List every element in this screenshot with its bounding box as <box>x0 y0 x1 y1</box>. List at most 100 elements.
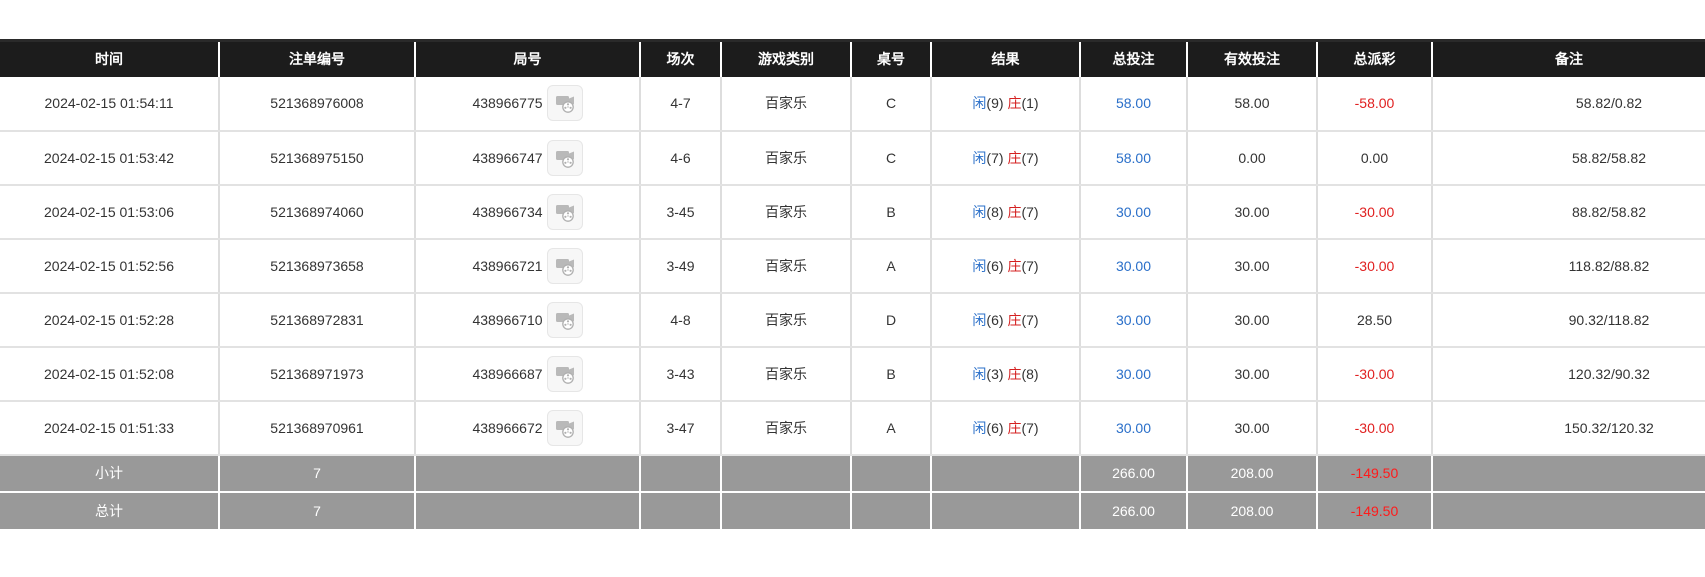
player-label: 闲 <box>972 203 987 220</box>
session: 4-8 <box>640 292 722 348</box>
player-score: (3) <box>986 365 1004 382</box>
note: 118.82/88.82 <box>1432 238 1705 294</box>
order-id: 521368970961 <box>219 400 416 456</box>
round-id-cell: 438966687 <box>415 346 641 402</box>
valid-bet: 30.00 <box>1187 400 1318 456</box>
bet-time: 2024-02-15 01:51:33 <box>0 400 220 456</box>
subtotal-empty-cell <box>851 454 932 492</box>
total-bet: 30.00 <box>1080 238 1188 294</box>
bet-records-table: 时间 注单编号 局号 场次 游戏类别 桌号 结果 总投注 有效投注 总派彩 备注… <box>0 39 1705 529</box>
subtotal-empty-cell <box>1432 455 1705 492</box>
session: 3-43 <box>640 346 722 402</box>
player-label: 闲 <box>972 149 987 166</box>
payout: -30.00 <box>1317 346 1433 402</box>
payout: 28.50 <box>1317 292 1433 348</box>
player-score: (6) <box>986 257 1004 274</box>
result-cell: 闲(8) 庄(7) <box>931 184 1081 240</box>
video-replay-icon[interactable] <box>546 355 583 392</box>
round-id-cell: 438966775 <box>415 76 641 132</box>
total-bet: 30.00 <box>1080 400 1188 456</box>
game-type: 百家乐 <box>721 184 852 240</box>
result-cell: 闲(3) 庄(8) <box>931 346 1081 402</box>
total-bet: 58.00 <box>1080 76 1188 132</box>
round-id-cell: 438966734 <box>415 184 641 240</box>
player-score: (8) <box>986 203 1004 220</box>
subtotal-total-bet: 266.00 <box>1080 454 1188 492</box>
total-bet: 58.00 <box>1080 130 1188 186</box>
total-bet: 30.00 <box>1080 346 1188 402</box>
valid-bet: 58.00 <box>1187 76 1318 132</box>
video-replay-icon[interactable] <box>546 409 583 446</box>
bet-time: 2024-02-15 01:52:56 <box>0 238 220 294</box>
player-score: (6) <box>986 311 1004 328</box>
valid-bet: 30.00 <box>1187 184 1318 240</box>
note: 150.32/120.32 <box>1432 400 1705 456</box>
subtotal-empty-cell <box>640 454 722 492</box>
total-bet: 30.00 <box>1080 292 1188 348</box>
table-number: B <box>851 346 932 402</box>
note: 58.82/58.82 <box>1432 130 1705 186</box>
subtotal-empty-cell <box>415 454 641 492</box>
table-body: 2024-02-15 01:54:11 521368976008 438966775… <box>0 76 1705 456</box>
banker-label: 庄 <box>1007 257 1022 274</box>
column-header-round-id: 局号 <box>415 39 641 77</box>
round-id-cell: 438966672 <box>415 400 641 456</box>
player-label: 闲 <box>972 311 987 328</box>
video-replay-icon[interactable] <box>546 85 583 121</box>
result-cell: 闲(6) 庄(7) <box>931 400 1081 456</box>
game-type: 百家乐 <box>721 400 852 456</box>
player-label: 闲 <box>972 257 987 274</box>
bet-time: 2024-02-15 01:52:08 <box>0 346 220 402</box>
payout: -30.00 <box>1317 400 1433 456</box>
round-id: 438966687 <box>472 365 543 382</box>
total-empty-cell <box>851 491 932 529</box>
table-row: 2024-02-15 01:52:28 521368972831 438966710… <box>0 292 1705 348</box>
payout: 0.00 <box>1317 130 1433 186</box>
session: 3-45 <box>640 184 722 240</box>
order-id: 521368973658 <box>219 238 416 294</box>
total-empty-cell <box>721 491 852 529</box>
banker-score: (7) <box>1021 419 1039 436</box>
video-replay-icon[interactable] <box>546 139 583 176</box>
banker-label: 庄 <box>1007 311 1022 328</box>
valid-bet: 30.00 <box>1187 238 1318 294</box>
round-id: 438966775 <box>472 95 543 111</box>
game-type: 百家乐 <box>721 292 852 348</box>
bet-time: 2024-02-15 01:53:42 <box>0 130 220 186</box>
bet-time: 2024-02-15 01:52:28 <box>0 292 220 348</box>
total-bet: 30.00 <box>1080 184 1188 240</box>
column-header-payout: 总派彩 <box>1317 39 1433 77</box>
table-header: 时间 注单编号 局号 场次 游戏类别 桌号 结果 总投注 有效投注 总派彩 备注 <box>0 39 1705 77</box>
column-header-result: 结果 <box>931 39 1081 77</box>
order-id: 521368976008 <box>219 76 416 132</box>
column-header-time: 时间 <box>0 39 220 77</box>
note: 120.32/90.32 <box>1432 346 1705 402</box>
video-replay-icon[interactable] <box>546 247 583 284</box>
total-total-bet: 266.00 <box>1080 491 1188 529</box>
note: 90.32/118.82 <box>1432 292 1705 348</box>
player-label: 闲 <box>972 365 987 382</box>
video-replay-icon[interactable] <box>546 301 583 338</box>
subtotal-empty-cell <box>931 454 1081 492</box>
valid-bet: 30.00 <box>1187 346 1318 402</box>
player-label: 闲 <box>972 95 987 111</box>
order-id: 521368974060 <box>219 184 416 240</box>
order-id: 521368972831 <box>219 292 416 348</box>
note: 58.82/0.82 <box>1432 76 1705 132</box>
table-row: 2024-02-15 01:51:33 521368970961 438966672… <box>0 400 1705 456</box>
table-number: C <box>851 130 932 186</box>
round-id: 438966721 <box>472 257 543 274</box>
bet-time: 2024-02-15 01:53:06 <box>0 184 220 240</box>
table-footer: 小计 7 266.00 208.00 -149.50 总计 7 266.00 2… <box>0 454 1705 529</box>
total-row: 总计 7 266.00 208.00 -149.50 <box>0 491 1705 529</box>
round-id: 438966734 <box>472 203 543 220</box>
table-row: 2024-02-15 01:53:42 521368975150 438966747… <box>0 130 1705 186</box>
banker-score: (1) <box>1021 95 1039 111</box>
result-cell: 闲(9) 庄(1) <box>931 76 1081 132</box>
column-header-table: 桌号 <box>851 39 932 77</box>
video-replay-icon[interactable] <box>546 193 583 230</box>
banker-score: (8) <box>1021 365 1039 382</box>
result-cell: 闲(6) 庄(7) <box>931 292 1081 348</box>
round-id: 438966672 <box>472 419 543 436</box>
player-score: (6) <box>986 419 1004 436</box>
